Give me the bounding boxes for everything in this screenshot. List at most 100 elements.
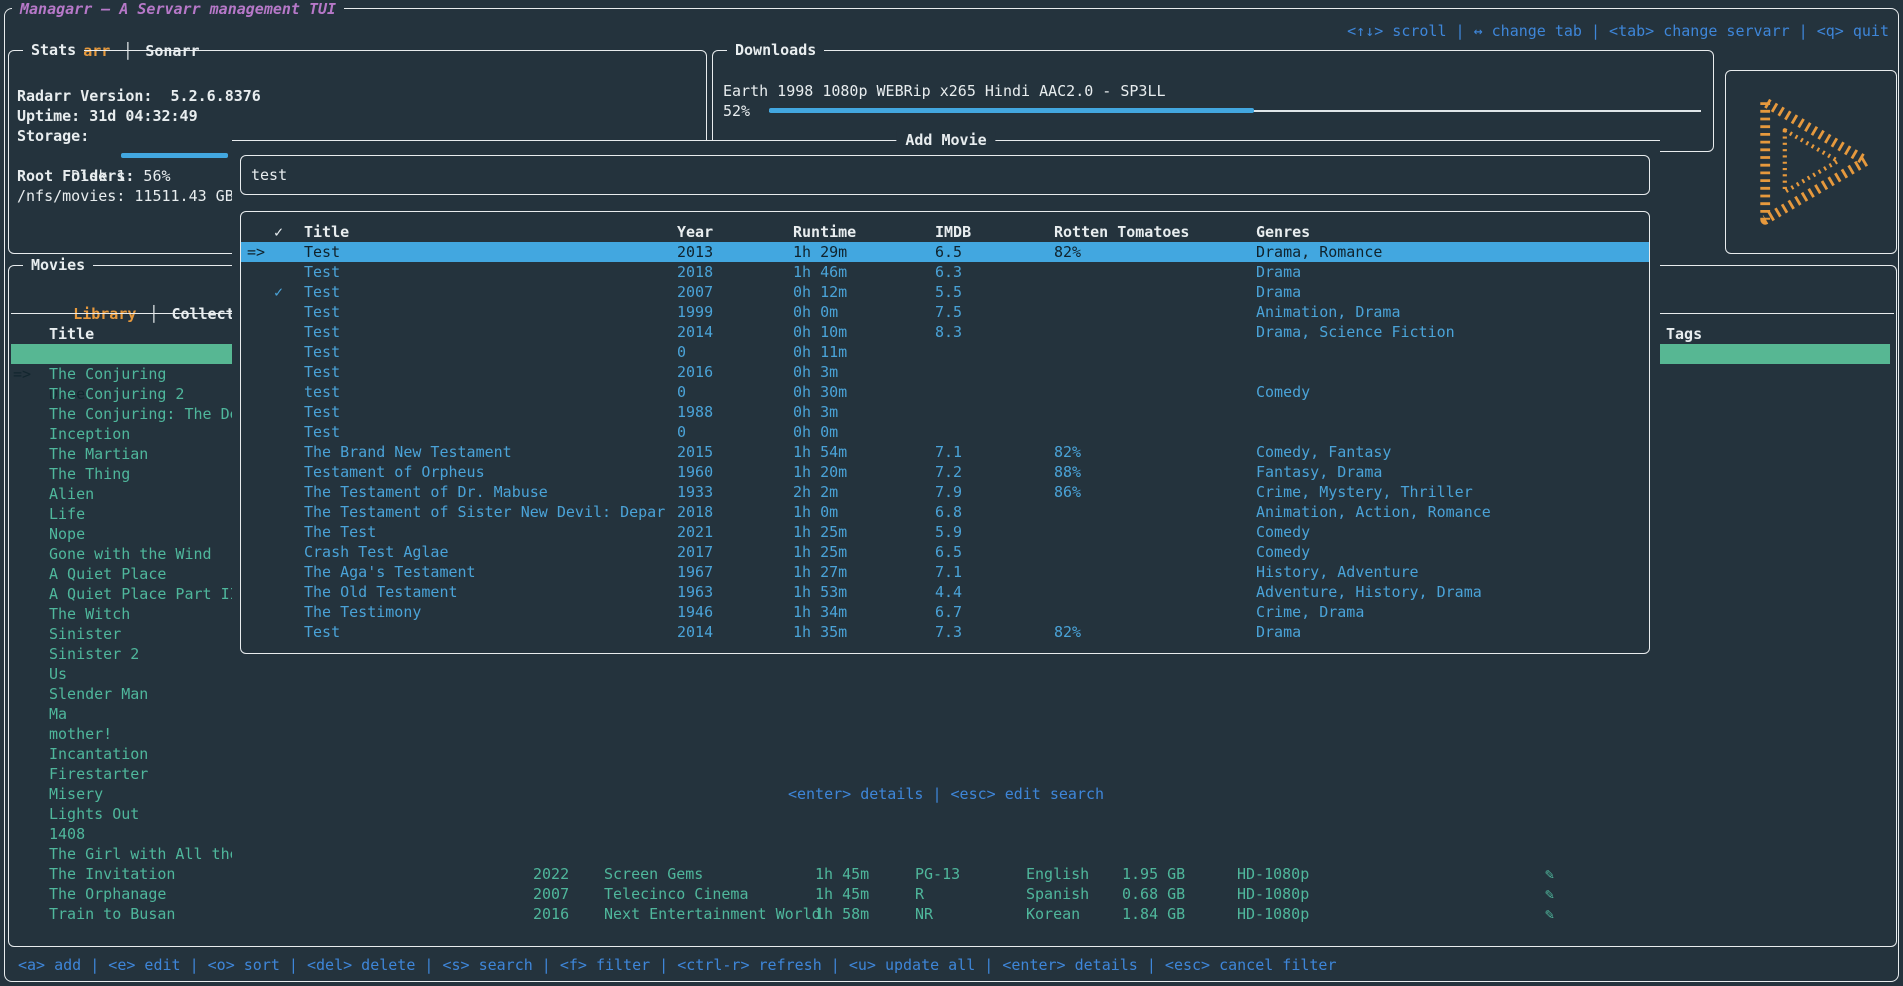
result-title: Testament of Orpheus <box>304 462 485 482</box>
search-result-row[interactable]: Testament of Orpheus 1960 1h 20m 7.2 88%… <box>241 462 1649 482</box>
result-year: 1999 <box>677 302 713 322</box>
search-result-row[interactable]: Crash Test Aglae 2017 1h 25m 6.5 Comedy <box>241 542 1649 562</box>
result-runtime: 1h 46m <box>793 262 847 282</box>
result-runtime: 1h 54m <box>793 442 847 462</box>
search-result-row[interactable]: The Testament of Dr. Mabuse 1933 2h 2m 7… <box>241 482 1649 502</box>
add-movie-modal-title: Add Movie <box>896 131 995 149</box>
movie-title: Incantation <box>49 745 148 763</box>
search-result-row[interactable]: => Test 2013 1h 29m 6.5 82% Drama, Roman… <box>241 242 1649 262</box>
result-year: 2018 <box>677 262 713 282</box>
storage-label: Storage: <box>17 126 89 146</box>
monitored-icon: ✎ <box>1545 904 1554 924</box>
movie-runtime: 1h 45m <box>815 884 869 904</box>
download-progress-fill <box>769 108 1254 113</box>
download-percent-label: 52% <box>723 101 750 121</box>
result-genres: Drama <box>1256 622 1301 642</box>
result-runtime: 0h 3m <box>793 362 838 382</box>
movie-year: 2016 <box>533 904 569 924</box>
result-rotten-tomatoes: 88% <box>1054 462 1081 482</box>
search-result-row[interactable]: ✓ Test 2007 0h 12m 5.5 Drama <box>241 282 1649 302</box>
result-genres: Drama, Science Fiction <box>1256 322 1455 342</box>
result-genres: Fantasy, Drama <box>1256 462 1382 482</box>
result-title: The Testament of Dr. Mabuse <box>304 482 548 502</box>
movie-size: 0.68 GB <box>1122 884 1185 904</box>
result-imdb: 6.8 <box>935 502 962 522</box>
result-runtime: 2h 2m <box>793 482 838 502</box>
search-result-row[interactable]: Test 2014 0h 10m 8.3 Drama, Science Fict… <box>241 322 1649 342</box>
result-title: Test <box>304 342 340 362</box>
search-result-row[interactable]: The Aga's Testament 1967 1h 27m 7.1 Hist… <box>241 562 1649 582</box>
uptime: Uptime: 31d 04:32:49 <box>17 106 198 126</box>
search-results-rows: => Test 2013 1h 29m 6.5 82% Drama, Roman… <box>241 242 1649 642</box>
result-imdb: 6.3 <box>935 262 962 282</box>
root-folder-path: /nfs/movies: 11511.43 GB <box>17 186 234 206</box>
search-result-row[interactable]: Test 1999 0h 0m 7.5 Animation, Drama <box>241 302 1649 322</box>
result-genres: Animation, Drama <box>1256 302 1401 322</box>
result-imdb: 7.1 <box>935 442 962 462</box>
result-runtime: 1h 35m <box>793 622 847 642</box>
movie-search-input[interactable] <box>249 157 1633 193</box>
result-year: 1963 <box>677 582 713 602</box>
search-result-row[interactable]: The Testimony 1946 1h 34m 6.7 Crime, Dra… <box>241 602 1649 622</box>
result-year: 2016 <box>677 362 713 382</box>
search-result-row[interactable]: The Brand New Testament 2015 1h 54m 7.1 … <box>241 442 1649 462</box>
result-year: 2021 <box>677 522 713 542</box>
result-year: 0 <box>677 422 686 442</box>
result-year: 2017 <box>677 542 713 562</box>
header-rotten-tomatoes: Rotten Tomatoes <box>1054 222 1189 242</box>
result-runtime: 0h 10m <box>793 322 847 342</box>
search-result-row[interactable]: The Testament of Sister New Devil: Depar… <box>241 502 1649 522</box>
search-result-row[interactable]: The Old Testament 1963 1h 53m 4.4 Advent… <box>241 582 1649 602</box>
result-title: The Test <box>304 522 376 542</box>
result-rotten-tomatoes: 82% <box>1054 622 1081 642</box>
movie-detail-row[interactable]: 2007 Telecinco Cinema 1h 45m R Spanish 0… <box>9 884 1888 904</box>
search-result-row[interactable]: The Test 2021 1h 25m 5.9 Comedy <box>241 522 1649 542</box>
checkmark-icon: ✓ <box>274 282 283 302</box>
result-title: Test <box>304 242 340 262</box>
search-result-row[interactable]: Test 0 0h 11m <box>241 342 1649 362</box>
search-result-row[interactable]: Test 1988 0h 3m <box>241 402 1649 422</box>
search-result-row[interactable]: test 0 0h 30m Comedy <box>241 382 1649 402</box>
result-year: 2015 <box>677 442 713 462</box>
movie-title: The Martian <box>49 445 148 463</box>
footer-keybindings: <a> add | <e> edit | <o> sort | <del> de… <box>18 955 1337 975</box>
result-runtime: 1h 34m <box>793 602 847 622</box>
search-result-row[interactable]: Test 2016 0h 3m <box>241 362 1649 382</box>
search-result-row[interactable]: Test 0 0h 0m <box>241 422 1649 442</box>
movie-title: Nope <box>49 525 85 543</box>
movie-title: A Quiet Place <box>49 565 166 583</box>
result-genres: Drama <box>1256 262 1301 282</box>
movie-detail-row[interactable]: 2022 Screen Gems 1h 45m PG-13 English 1.… <box>9 864 1888 884</box>
downloads-panel: Downloads Earth 1998 1080p WEBRip x265 H… <box>712 50 1714 152</box>
movie-title: mother! <box>49 725 112 743</box>
header-checkmark-icon: ✓ <box>274 222 283 242</box>
app-title: Managarr – A Servarr management TUI <box>12 0 344 18</box>
movie-title: The Conjuring <box>49 365 166 383</box>
add-movie-modal: Add Movie ✓ Title Year Runtime IMDB Rott… <box>232 140 1660 867</box>
result-runtime: 1h 27m <box>793 562 847 582</box>
result-runtime: 1h 0m <box>793 502 838 522</box>
radarr-version: Radarr Version: 5.2.6.8376 <box>17 86 261 106</box>
header-imdb: IMDB <box>935 222 971 242</box>
tab-library[interactable]: Library <box>73 305 136 323</box>
result-year: 2007 <box>677 282 713 302</box>
movie-language: English <box>1026 864 1089 884</box>
result-imdb: 5.9 <box>935 522 962 542</box>
movies-panel-title: Movies <box>23 256 93 274</box>
result-imdb: 7.1 <box>935 562 962 582</box>
result-imdb: 6.5 <box>935 542 962 562</box>
movie-title: Sinister 2 <box>49 645 139 663</box>
result-title: The Testimony <box>304 602 421 622</box>
movie-detail-row[interactable]: 2016 Next Entertainment World 1h 58m NR … <box>9 904 1888 924</box>
result-imdb: 7.2 <box>935 462 962 482</box>
result-title: Test <box>304 302 340 322</box>
search-result-row[interactable]: Test 2018 1h 46m 6.3 Drama <box>241 262 1649 282</box>
result-runtime: 1h 25m <box>793 522 847 542</box>
movie-title: Misery <box>49 785 103 803</box>
movie-size: 1.95 GB <box>1122 864 1185 884</box>
result-runtime: 0h 0m <box>793 422 838 442</box>
result-rotten-tomatoes: 86% <box>1054 482 1081 502</box>
result-imdb: 6.5 <box>935 242 962 262</box>
search-result-row[interactable]: Test 2014 1h 35m 7.3 82% Drama <box>241 622 1649 642</box>
movie-title: Lights Out <box>49 805 139 823</box>
